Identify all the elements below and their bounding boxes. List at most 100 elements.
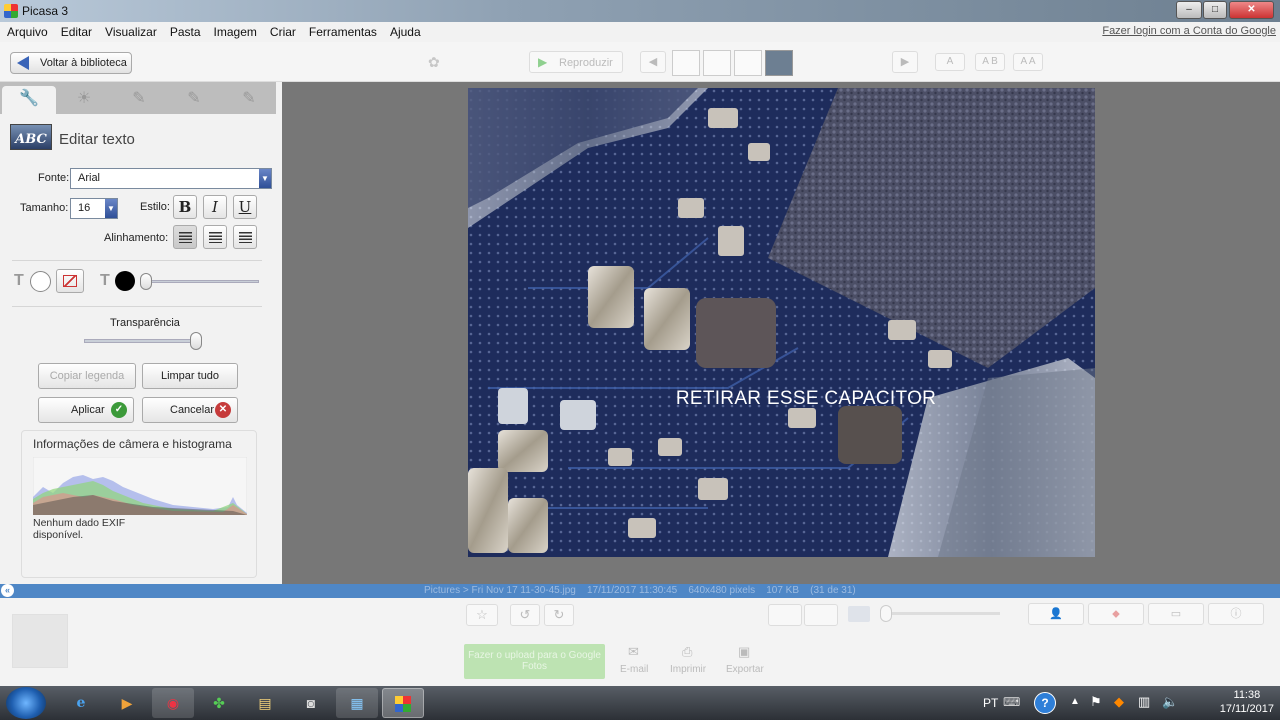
layout-compare-icon[interactable] [703, 50, 731, 76]
size-value: 16 [78, 202, 91, 214]
fit-icon[interactable] [768, 604, 802, 626]
print-label[interactable]: Imprimir [670, 664, 706, 675]
upload-to-google-photos-button[interactable]: Fazer o upload para o Google Fotos [464, 644, 605, 679]
menu-pasta[interactable]: Pasta [163, 22, 207, 39]
export-label[interactable]: Exportar [726, 664, 764, 675]
chrome-icon[interactable]: ◉ [152, 688, 194, 718]
text-mode-triple[interactable]: A A [1013, 53, 1043, 71]
internet-explorer-icon[interactable]: e [60, 688, 102, 718]
keyboard-icon[interactable]: ⌨ [1003, 695, 1020, 709]
photo-viewer-icon[interactable]: ▦ [336, 688, 378, 718]
show-hidden-icons[interactable]: ▲ [1070, 696, 1080, 707]
effects-icon[interactable]: ✿ [428, 54, 450, 70]
align-right-button[interactable] [233, 225, 257, 249]
back-to-library-button[interactable]: Voltar à biblioteca [10, 52, 132, 74]
network-icon[interactable]: ▥ [1138, 694, 1150, 710]
apply-label: Aplicar [71, 404, 105, 416]
outline-width-slider[interactable] [140, 273, 152, 290]
status-count: (31 de 31) [810, 585, 856, 596]
location-icon[interactable]: ⬥ [1088, 603, 1144, 625]
tray-thumbnail[interactable] [12, 614, 68, 668]
export-icon: ▣ [738, 644, 751, 659]
menu-visualizar[interactable]: Visualizar [98, 22, 163, 39]
apply-button[interactable]: Aplicar ✓ [38, 397, 134, 423]
outline-color-swatch[interactable] [115, 271, 135, 291]
align-center-button[interactable] [203, 225, 227, 249]
menu-ajuda[interactable]: Ajuda [383, 22, 427, 39]
help-icon[interactable]: ? [1034, 692, 1056, 714]
histogram [33, 457, 247, 515]
volume-icon[interactable]: 🔈 [1162, 694, 1178, 710]
antivirus-icon[interactable]: ◆ [1114, 694, 1124, 710]
size-select[interactable]: 16 ▼ [70, 198, 118, 219]
minimize-button[interactable]: – [1176, 1, 1202, 19]
status-path: Pictures > Fri Nov 17 11-30-45.jpg [424, 585, 576, 596]
actual-size-icon[interactable] [804, 604, 838, 626]
text-mode-double[interactable]: A B [975, 53, 1005, 71]
layout-photo-icon[interactable] [765, 50, 793, 76]
start-button[interactable] [6, 687, 46, 719]
explorer-icon[interactable]: ▤ [244, 688, 286, 718]
menu-imagem[interactable]: Imagem [207, 22, 263, 39]
tag-icon[interactable]: ▭ [1148, 603, 1204, 625]
tab-effects-1[interactable]: ✎ [112, 86, 166, 114]
copy-caption-button[interactable]: Copiar legenda [38, 363, 136, 389]
menu-criar[interactable]: Criar [263, 22, 302, 39]
no-fill-icon [63, 275, 77, 287]
layout-single-icon[interactable] [672, 50, 700, 76]
info-icon[interactable]: ⓘ [1208, 603, 1264, 625]
windows-taskbar: e ▶ ◉ ✤ ▤ ◙ ▦ PT ⌨ ? ▲ ⚑ ◆ ▥ 🔈 11:38 17/… [0, 686, 1280, 720]
collapse-panel-icon[interactable]: « [1, 584, 14, 597]
menu-arquivo[interactable]: Arquivo [0, 22, 54, 39]
media-player-icon[interactable]: ▶ [106, 688, 148, 718]
google-login-link[interactable]: Fazer login com a Conta do Google [1102, 25, 1276, 37]
text-mode-single[interactable]: A [935, 53, 965, 71]
align-left-button[interactable] [173, 225, 197, 249]
close-button[interactable]: ✕ [1229, 1, 1274, 19]
tab-tuning[interactable]: ☀ [57, 86, 111, 114]
rotate-left-icon[interactable]: ↺ [510, 604, 540, 626]
clock-date: 17/11/2017 [1219, 703, 1274, 715]
chevron-down-icon: ▼ [259, 169, 271, 188]
zoom-slider[interactable] [880, 605, 892, 622]
email-label[interactable]: E-mail [620, 664, 648, 675]
zoom-track [882, 612, 1000, 615]
image-icon [848, 606, 870, 622]
menu-ferramentas[interactable]: Ferramentas [302, 22, 383, 39]
no-fill-button[interactable] [56, 269, 84, 293]
star-icon[interactable]: ☆ [466, 604, 498, 626]
menu-editar[interactable]: Editar [54, 22, 98, 39]
previous-photo-button[interactable]: ◀ [640, 51, 666, 73]
photo-caption-text[interactable]: RETIRAR ESSE CAPACITOR [468, 388, 1095, 410]
photo[interactable]: RETIRAR ESSE CAPACITOR [468, 88, 1095, 557]
tab-basic-fixes[interactable]: 🔧 [2, 86, 56, 114]
camera-app-icon[interactable]: ◙ [290, 688, 332, 718]
italic-button[interactable]: I [203, 195, 227, 219]
slideshow-button[interactable]: ▶ Reproduzir [529, 51, 623, 73]
action-center-icon[interactable]: ⚑ [1090, 694, 1102, 710]
people-icon[interactable]: 👤 [1028, 603, 1084, 625]
layout-filmstrip-icon[interactable] [734, 50, 762, 76]
clock[interactable]: 11:38 17/11/2017 [1220, 688, 1274, 716]
underline-button[interactable]: U [233, 195, 257, 219]
font-select[interactable]: Arial ▼ [70, 168, 272, 189]
picasa-app-icon [4, 4, 18, 18]
app-icon[interactable]: ✤ [198, 688, 240, 718]
clear-all-button[interactable]: Limpar tudo [142, 363, 238, 389]
language-indicator[interactable]: PT [983, 696, 998, 710]
cancel-button[interactable]: Cancelar ✕ [142, 397, 238, 423]
rotate-right-icon[interactable]: ↻ [544, 604, 574, 626]
bold-button[interactable]: B [173, 195, 197, 219]
back-to-library-label: Voltar à biblioteca [40, 57, 127, 69]
maximize-button[interactable]: □ [1203, 1, 1227, 19]
next-photo-button[interactable]: ▶ [892, 51, 918, 73]
slideshow-label: Reproduzir [559, 57, 613, 69]
align-right-icon [239, 232, 252, 243]
cancel-x-icon: ✕ [215, 402, 231, 418]
picasa-taskbar-icon[interactable] [382, 688, 424, 718]
clock-time: 11:38 [1233, 689, 1261, 701]
text-color-swatch[interactable] [30, 271, 51, 292]
tab-effects-3[interactable]: ✎ [222, 86, 276, 114]
tab-effects-2[interactable]: ✎ [167, 86, 221, 114]
transparency-slider[interactable] [190, 332, 202, 350]
